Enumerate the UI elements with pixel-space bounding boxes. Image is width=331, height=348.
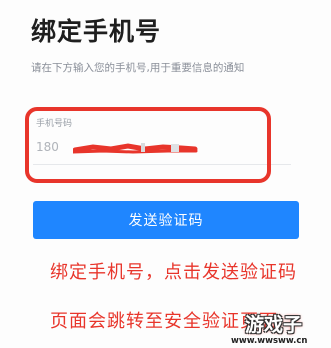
- highlight-box: [25, 107, 271, 183]
- site-watermark: 游戏子 www.wwsww.cn: [231, 310, 323, 348]
- watermark-url: www.wwsww.cn: [231, 336, 308, 346]
- bind-phone-page: 绑定手机号 请在下方输入您的手机号,用于重要信息的通知 手机号码 180 发送验…: [0, 0, 331, 348]
- send-code-button[interactable]: 发送验证码: [33, 201, 299, 239]
- watermark-logo: 游戏子: [245, 314, 303, 336]
- annotation-line-1: 绑定手机号，点击发送验证码: [50, 262, 297, 283]
- page-subtitle: 请在下方输入您的手机号,用于重要信息的通知: [31, 62, 245, 74]
- page-title: 绑定手机号: [31, 17, 162, 46]
